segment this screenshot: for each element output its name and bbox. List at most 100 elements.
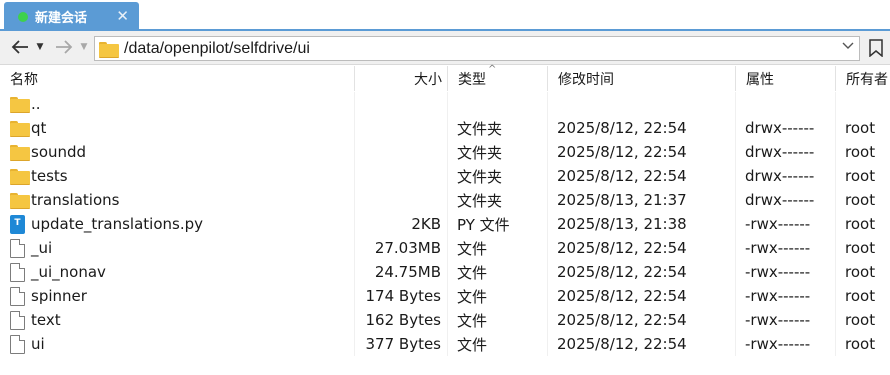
column-header-name[interactable]: 名称 [0, 66, 355, 91]
column-header-modified[interactable]: 修改时间 [548, 66, 736, 91]
file-owner: root [845, 311, 876, 329]
file-row[interactable]: .. [0, 92, 890, 116]
file-size: 162 Bytes [355, 308, 448, 332]
file-size: 24.75MB [355, 260, 448, 284]
file-row[interactable]: text 162 Bytes 文件 2025/8/12, 22:54 -rwx-----… [0, 308, 890, 332]
file-modified: 2025/8/12, 22:54 [548, 140, 736, 164]
file-size [355, 164, 448, 188]
folder-icon [99, 41, 119, 58]
file-row[interactable]: _ui_nonav 24.75MB 文件 2025/8/12, 22:54 -rwx--… [0, 260, 890, 284]
file-attributes: drwx------ [736, 188, 836, 212]
file-icon [10, 286, 25, 306]
file-icon-wrap [10, 334, 30, 354]
column-header-size[interactable]: 大小 [355, 66, 448, 91]
path-field[interactable] [94, 36, 860, 61]
file-modified: 2025/8/12, 22:54 [548, 284, 736, 308]
path-input[interactable] [124, 39, 824, 58]
file-modified: 2025/8/12, 22:54 [548, 332, 736, 356]
column-header-type-label: 类型 [458, 71, 486, 88]
column-header-owner[interactable]: 所有者 [836, 66, 890, 91]
file-name: tests [31, 167, 68, 185]
back-history-dropdown-icon[interactable]: ▼ [34, 36, 46, 58]
file-name-cell: _ui_nonav [0, 260, 355, 284]
file-name-cell: tests [0, 164, 355, 188]
file-attributes: -rwx------ [736, 236, 836, 260]
file-size: 27.03MB [355, 236, 448, 260]
file-row[interactable]: tests 文件夹 2025/8/12, 22:54 drwx------ root [0, 164, 890, 188]
file-icon-wrap: T [10, 214, 30, 234]
file-type: 文件夹 [448, 188, 548, 212]
file-attributes: -rwx------ [736, 332, 836, 356]
folder-icon [10, 144, 30, 161]
file-icon-wrap [10, 144, 30, 161]
file-size [355, 188, 448, 212]
file-owner [836, 92, 890, 116]
forward-arrow-icon[interactable] [54, 36, 74, 58]
session-tab-strip: 新建会话 ✕ [0, 0, 890, 31]
file-attributes: drwx------ [736, 164, 836, 188]
file-name: ui [31, 335, 45, 353]
file-icon [10, 238, 25, 258]
file-row[interactable]: soundd 文件夹 2025/8/12, 22:54 drwx------ root [0, 140, 890, 164]
folder-icon [10, 120, 30, 137]
file-icon-wrap [10, 120, 30, 137]
file-list: 名称 大小 类型 ^ 修改时间 属性 所有者 .. qt 文件夹 2025/8/12,… [0, 64, 890, 375]
column-header-attributes[interactable]: 属性 [736, 66, 836, 91]
folder-icon [10, 168, 30, 185]
file-modified [548, 92, 736, 116]
back-arrow-icon[interactable] [10, 36, 30, 58]
tab-new-session[interactable]: 新建会话 ✕ [4, 2, 139, 31]
file-size: 2KB [355, 212, 448, 236]
file-row[interactable]: ui 377 Bytes 文件 2025/8/12, 22:54 -rwx------ r… [0, 332, 890, 356]
file-type: 文件 [448, 260, 548, 284]
sort-ascending-icon: ^ [488, 64, 497, 75]
bookmark-icon[interactable] [866, 37, 886, 59]
file-size [355, 140, 448, 164]
file-attributes: -rwx------ [736, 308, 836, 332]
file-icon-wrap [10, 96, 30, 113]
file-rows: .. qt 文件夹 2025/8/12, 22:54 drwx------ root sou… [0, 92, 890, 356]
file-icon [10, 262, 25, 282]
file-name-cell: translations [0, 188, 355, 212]
file-type: 文件 [448, 236, 548, 260]
file-row[interactable]: qt 文件夹 2025/8/12, 22:54 drwx------ root [0, 116, 890, 140]
file-name: update_translations.py [31, 215, 203, 233]
file-row[interactable]: translations 文件夹 2025/8/13, 21:37 drwx-----… [0, 188, 890, 212]
file-modified: 2025/8/12, 22:54 [548, 308, 736, 332]
address-toolbar: ▼ ▼ [0, 31, 890, 65]
file-name-cell: text [0, 308, 355, 332]
file-type: 文件 [448, 332, 548, 356]
file-type: PY 文件 [448, 212, 548, 236]
file-type: 文件夹 [448, 164, 548, 188]
column-header-type[interactable]: 类型 ^ [448, 64, 548, 91]
file-attributes: -rwx------ [736, 284, 836, 308]
file-modified: 2025/8/12, 22:54 [548, 116, 736, 140]
file-name-cell: .. [0, 92, 355, 116]
file-owner: root [845, 119, 876, 137]
tab-title: 新建会话 [35, 11, 88, 26]
file-icon [10, 310, 25, 330]
file-name: text [31, 311, 61, 329]
file-row[interactable]: _ui 27.03MB 文件 2025/8/12, 22:54 -rwx------ ro… [0, 236, 890, 260]
file-row[interactable]: Tupdate_translations.py 2KB PY 文件 2025/8/13… [0, 212, 890, 236]
file-owner: root [845, 143, 876, 161]
forward-history-dropdown-icon[interactable]: ▼ [78, 36, 90, 58]
file-modified: 2025/8/13, 21:37 [548, 188, 736, 212]
chevron-down-icon[interactable] [842, 40, 854, 53]
python-file-icon: T [10, 214, 25, 234]
file-modified: 2025/8/12, 22:54 [548, 260, 736, 284]
file-attributes: drwx------ [736, 116, 836, 140]
file-icon-wrap [10, 286, 30, 306]
file-name-cell: _ui [0, 236, 355, 260]
file-owner: root [845, 287, 876, 305]
connection-status-dot [18, 11, 28, 22]
file-name-cell: ui [0, 332, 355, 356]
file-owner: root [845, 215, 876, 233]
file-size: 174 Bytes [355, 284, 448, 308]
folder-icon [10, 192, 30, 209]
file-owner: root [845, 167, 876, 185]
file-owner: root [845, 335, 876, 353]
file-icon-wrap [10, 168, 30, 185]
file-row[interactable]: spinner 174 Bytes 文件 2025/8/12, 22:54 -rwx--… [0, 284, 890, 308]
close-icon[interactable]: ✕ [116, 7, 129, 25]
